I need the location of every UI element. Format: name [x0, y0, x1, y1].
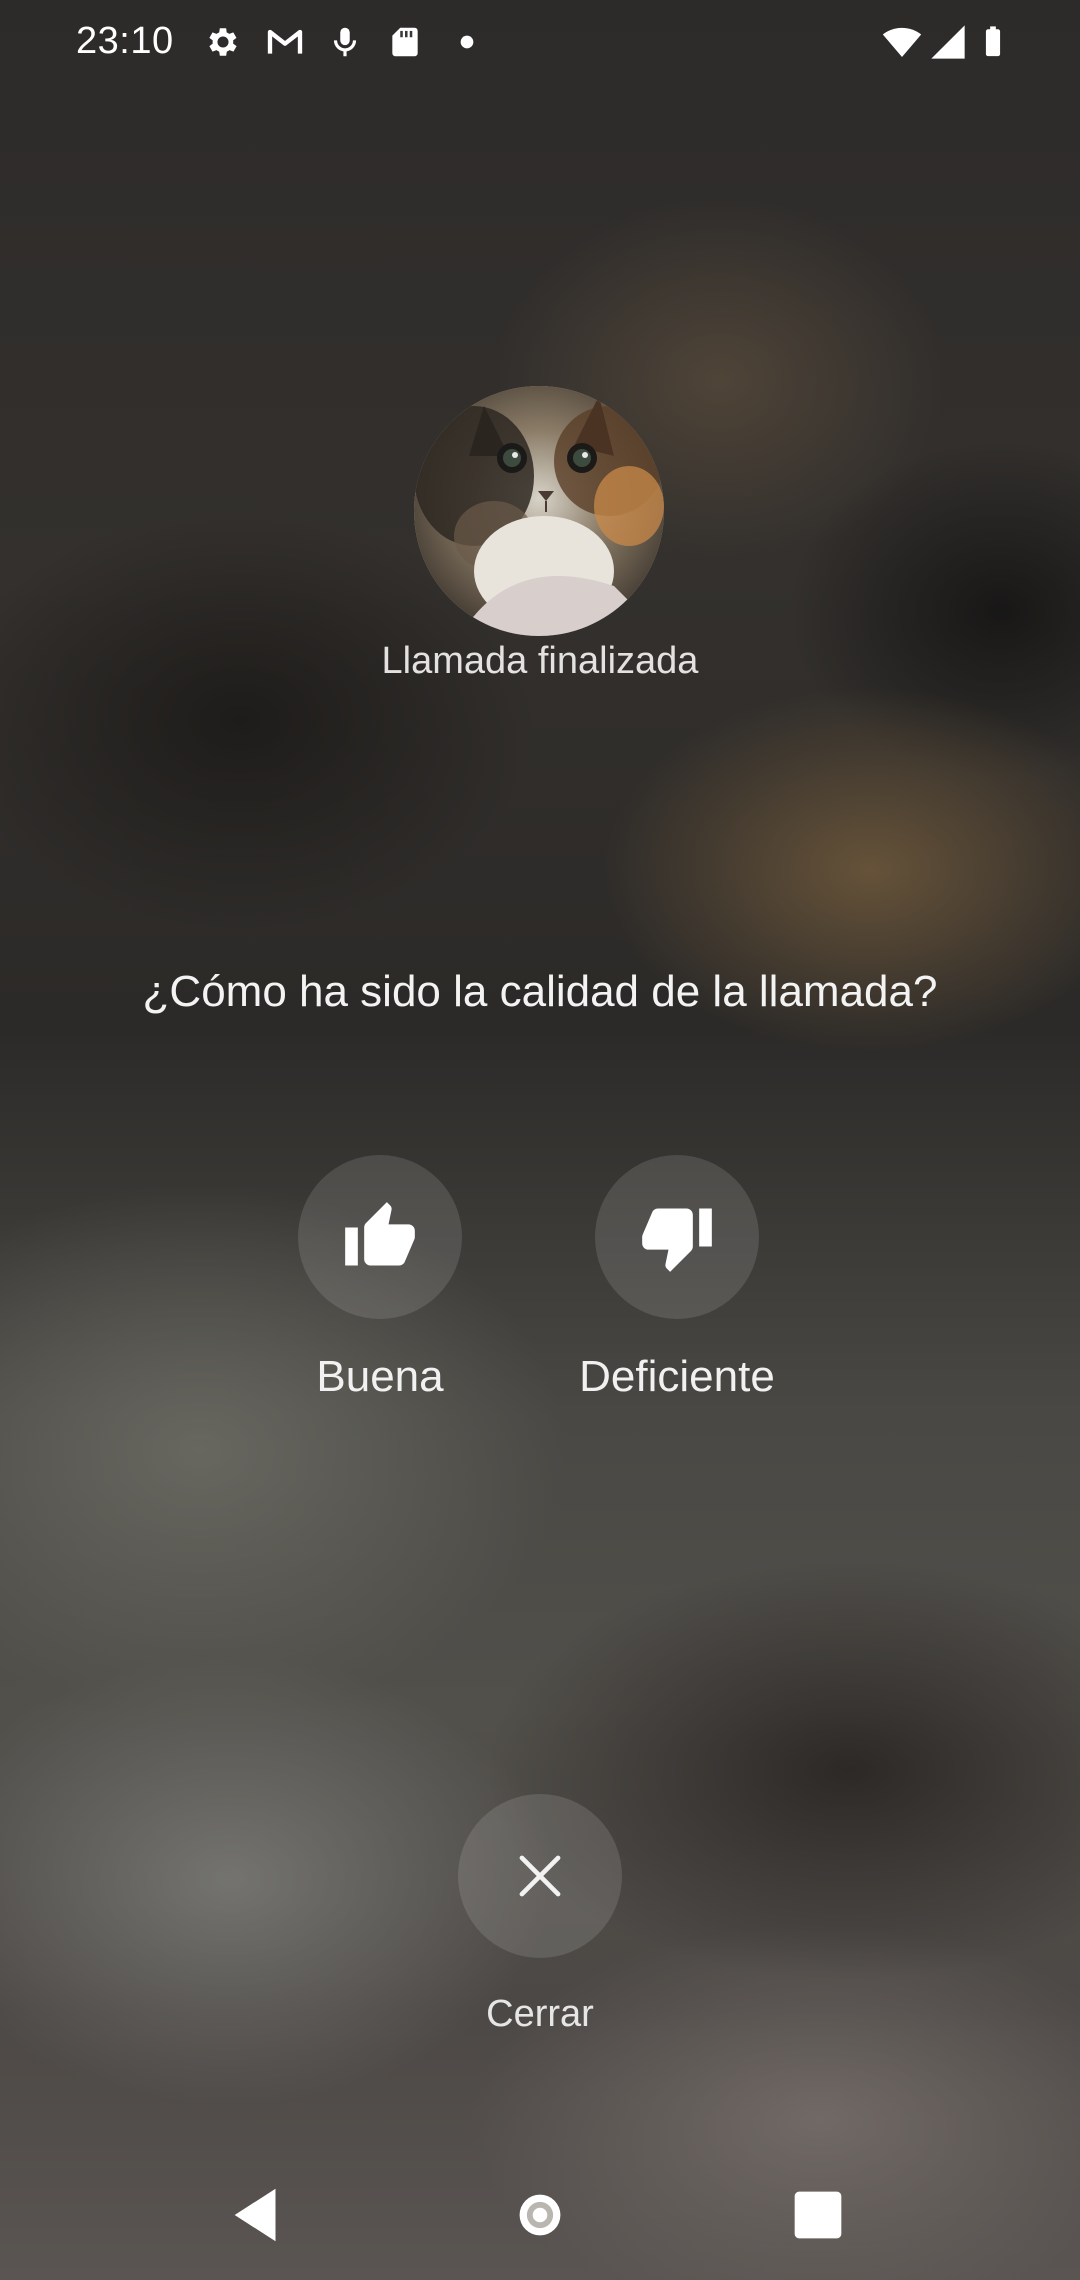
nav-recents-button[interactable] [778, 2180, 858, 2250]
close-button[interactable] [458, 1794, 622, 1958]
call-status-text: Llamada finalizada [381, 640, 699, 682]
rate-bad-button[interactable] [595, 1155, 759, 1319]
back-icon [234, 2188, 276, 2242]
nav-home-button[interactable] [500, 2180, 580, 2250]
settings-icon [204, 22, 242, 62]
close-label: Cerrar [486, 1993, 594, 2035]
quality-question: ¿Cómo ha sido la calidad de la llamada? [142, 967, 938, 1016]
thumb-down-icon [642, 1208, 712, 1272]
close-icon [519, 1855, 561, 1897]
status-bar: 23:10 [0, 0, 1080, 90]
signal-icon [928, 22, 968, 62]
status-clock: 23:10 [76, 20, 174, 62]
thumb-up-icon [345, 1202, 415, 1266]
nav-back-button[interactable] [218, 2180, 298, 2250]
battery-icon [976, 22, 1010, 62]
home-icon [519, 2194, 561, 2236]
rate-good-button[interactable] [298, 1155, 462, 1319]
wifi-icon [880, 22, 924, 62]
mic-icon [326, 22, 364, 62]
sd-card-icon [386, 22, 424, 62]
dot-icon [448, 22, 486, 62]
contact-avatar [414, 386, 664, 636]
recents-icon [794, 2191, 842, 2239]
gmail-icon [264, 22, 306, 62]
rate-bad-label: Deficiente [579, 1352, 775, 1401]
rate-good-label: Buena [316, 1352, 444, 1401]
